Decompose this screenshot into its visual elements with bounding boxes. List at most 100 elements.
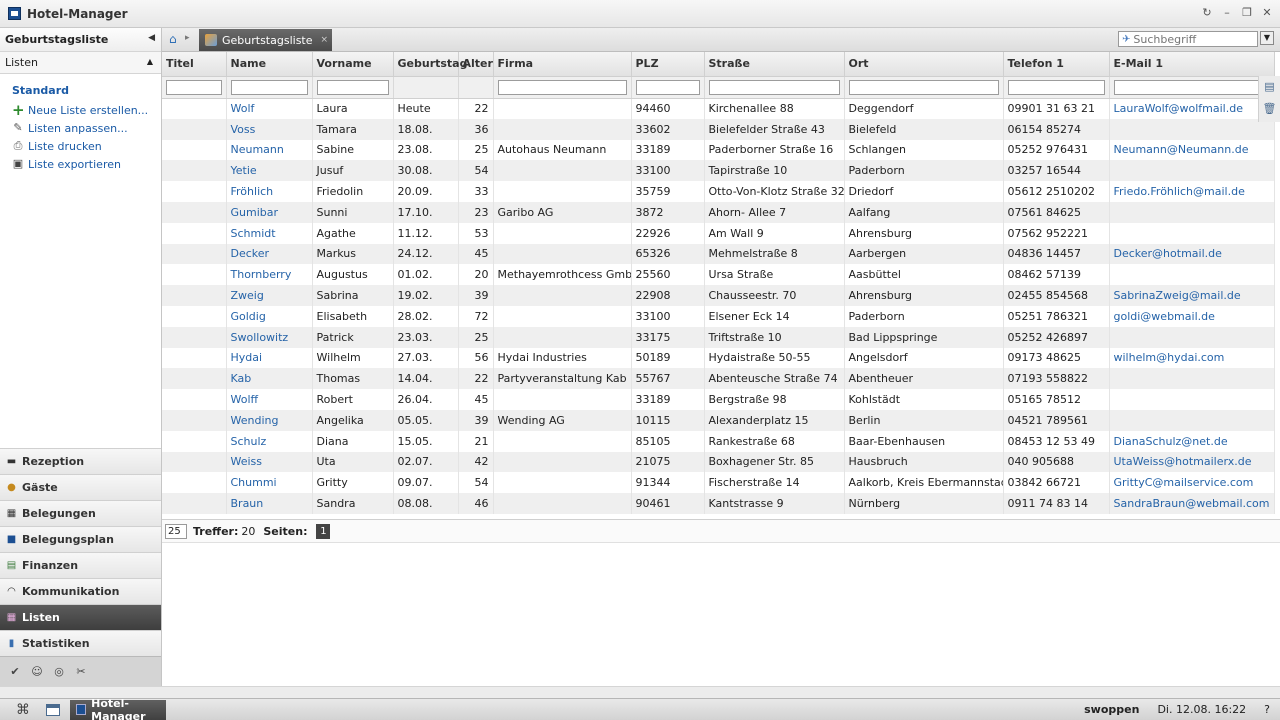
table-row[interactable]: Fröhlich Friedolin 20.09. 33 35759 Otto-Von-K… — [162, 181, 1275, 202]
col-name[interactable]: Name — [226, 52, 313, 77]
table-row[interactable]: Voss Tamara 18.08. 36 33602 Bielefelder Straß… — [162, 118, 1275, 140]
check-icon[interactable]: ✔ — [8, 665, 22, 679]
page-size-select[interactable]: 25 — [165, 523, 187, 539]
filter-plz-input[interactable] — [635, 79, 700, 95]
cell-email[interactable]: GrittyC@mailservice.com — [1109, 472, 1275, 494]
table-row[interactable]: Zweig Sabrina 19.02. 39 22908 Chausseestr. 70… — [162, 285, 1275, 306]
col-firma[interactable]: Firma — [493, 52, 632, 77]
cell-name[interactable]: Goldig — [226, 305, 313, 327]
table-row[interactable]: Kab Thomas 14.04. 22 Partyveranstaltung Kab 5… — [162, 368, 1275, 390]
globe-icon[interactable]: ◎ — [52, 665, 66, 679]
start-menu-icon[interactable]: ⌘ — [14, 702, 32, 718]
cell-name[interactable]: Wolf — [226, 98, 313, 119]
cell-email[interactable]: wilhelm@hydai.com — [1109, 347, 1275, 369]
nav-belegungen[interactable]: ▦ Belegungen — [0, 500, 161, 526]
people-icon[interactable]: ☺ — [30, 665, 44, 679]
table-row[interactable]: Hydai Wilhelm 27.03. 56 Hydai Industries 5018… — [162, 347, 1275, 369]
customize-lists-action[interactable]: ✎ Listen anpassen... — [12, 119, 161, 137]
table-row[interactable]: Thornberry Augustus 01.02. 20 Methayemrothce… — [162, 264, 1275, 286]
table-row[interactable]: Yetie Jusuf 30.08. 54 33100 Tapirstraße 10 Pad… — [162, 160, 1275, 182]
table-row[interactable]: Braun Sandra 08.08. 46 90461 Kantstrasse 9 Nür… — [162, 493, 1275, 514]
cell-email[interactable] — [1109, 222, 1275, 244]
nav-finanzen[interactable]: ▤ Finanzen — [0, 552, 161, 578]
nav-gaeste[interactable]: ● Gäste — [0, 474, 161, 500]
filter-name-input[interactable] — [230, 79, 308, 95]
cell-name[interactable]: Decker — [226, 243, 313, 265]
horizontal-scrollbar[interactable] — [0, 686, 1280, 698]
nav-listen[interactable]: ▦ Listen — [0, 604, 161, 630]
cell-name[interactable]: Weiss — [226, 451, 313, 473]
export-list-action[interactable]: ▣ Liste exportieren — [12, 155, 161, 173]
filter-firma-input[interactable] — [497, 79, 627, 95]
cell-name[interactable]: Fröhlich — [226, 181, 313, 202]
page-1-button[interactable]: 1 — [316, 523, 331, 539]
column-settings-icon[interactable]: ▤ — [1259, 76, 1280, 98]
cell-name[interactable]: Wolff — [226, 389, 313, 410]
cell-email[interactable]: goldi@webmail.de — [1109, 305, 1275, 327]
table-row[interactable]: Schulz Diana 15.05. 21 85105 Rankestraße 68 Ba… — [162, 430, 1275, 452]
cell-email[interactable]: LauraWolf@wolfmail.de — [1109, 98, 1275, 119]
taskbar-hotel-manager[interactable]: Hotel-Manager — [70, 697, 166, 720]
filter-ort-input[interactable] — [848, 79, 999, 95]
col-strasse[interactable]: Straße — [704, 52, 845, 77]
cell-name[interactable]: Yetie — [226, 160, 313, 182]
restore-icon[interactable]: ↻ — [1200, 6, 1214, 20]
nav-kommunikation[interactable]: ◠ Kommunikation — [0, 578, 161, 604]
cell-name[interactable]: Neumann — [226, 139, 313, 161]
cell-email[interactable] — [1109, 118, 1275, 140]
table-row[interactable]: Decker Markus 24.12. 45 65326 Mehmelstraße 8A… — [162, 243, 1275, 265]
cell-email[interactable]: DianaSchulz@net.de — [1109, 430, 1275, 452]
search-input[interactable] — [1133, 32, 1252, 46]
col-ort[interactable]: Ort — [844, 52, 1004, 77]
filter-vorname-input[interactable] — [316, 79, 389, 95]
filter-titel-input[interactable] — [166, 79, 222, 95]
filter-strasse-input[interactable] — [708, 79, 840, 95]
col-telefon[interactable]: Telefon 1 — [1003, 52, 1110, 77]
cell-name[interactable]: Thornberry — [226, 264, 313, 286]
table-row[interactable]: Swollowitz Patrick 23.03. 25 33175 Triftstraß… — [162, 326, 1275, 348]
cell-email[interactable]: Decker@hotmail.de — [1109, 243, 1275, 265]
table-row[interactable]: Gumibar Sunni 17.10. 23 Garibo AG 3872 Ahorn- … — [162, 201, 1275, 223]
minimize-icon[interactable]: – — [1220, 6, 1234, 20]
cell-name[interactable]: Schmidt — [226, 222, 313, 244]
table-row[interactable]: Goldig Elisabeth 28.02. 72 33100 Elsener Eck … — [162, 305, 1275, 327]
cell-name[interactable]: Schulz — [226, 430, 313, 452]
table-row[interactable]: Wolf Laura Heute 22 94460 Kirchenallee 88 Degg… — [162, 98, 1275, 119]
cell-name[interactable]: Swollowitz — [226, 326, 313, 348]
col-plz[interactable]: PLZ — [631, 52, 705, 77]
col-alter[interactable]: Alter — [458, 52, 494, 77]
print-list-action[interactable]: ⎙ Liste drucken — [12, 137, 161, 155]
cell-name[interactable]: Voss — [226, 118, 313, 140]
nav-statistiken[interactable]: ▮ Statistiken — [0, 630, 161, 656]
cell-email[interactable]: UtaWeiss@hotmailerx.de — [1109, 451, 1275, 473]
cell-email[interactable] — [1109, 201, 1275, 223]
home-icon[interactable]: ⌂ — [169, 33, 183, 45]
cell-name[interactable]: Braun — [226, 493, 313, 514]
nav-belegungsplan[interactable]: ■ Belegungsplan — [0, 526, 161, 552]
user-name[interactable]: swoppen — [1084, 703, 1139, 716]
col-email[interactable]: E-Mail 1 — [1109, 52, 1275, 77]
cell-name[interactable]: Chummi — [226, 472, 313, 494]
trash-icon[interactable]: 🗑 — [1259, 98, 1280, 120]
cell-name[interactable]: Hydai — [226, 347, 313, 369]
table-row[interactable]: Neumann Sabine 23.08. 25 Autohaus Neumann 331… — [162, 139, 1275, 161]
filter-telefon-input[interactable] — [1007, 79, 1105, 95]
filter-email-input[interactable] — [1113, 79, 1270, 95]
cell-email[interactable] — [1109, 264, 1275, 286]
table-row[interactable]: Weiss Uta 02.07. 42 21075 Boxhagener Str. 85 H… — [162, 451, 1275, 473]
window-icon[interactable] — [46, 703, 60, 716]
section-selector[interactable]: Listen ▲ — [0, 52, 161, 74]
cell-email[interactable] — [1109, 368, 1275, 390]
table-row[interactable]: Wending Angelika 05.05. 39 Wending AG 10115 Al… — [162, 409, 1275, 431]
col-vorname[interactable]: Vorname — [312, 52, 394, 77]
cell-email[interactable]: SabrinaZweig@mail.de — [1109, 285, 1275, 306]
tab-geburtstagsliste[interactable]: Geburtstagsliste × — [199, 29, 332, 51]
group-standard[interactable]: Standard — [12, 84, 161, 97]
cell-email[interactable] — [1109, 409, 1275, 431]
maximize-icon[interactable]: ❐ — [1240, 6, 1254, 20]
table-row[interactable]: Chummi Gritty 09.07. 54 91344 Fischerstraße 1… — [162, 472, 1275, 494]
cell-email[interactable]: SandraBraun@webmail.com — [1109, 493, 1275, 514]
col-geburtstag[interactable]: Geburtstag — [393, 52, 467, 77]
cell-email[interactable]: Friedo.Fröhlich@mail.de — [1109, 181, 1275, 202]
help-button[interactable]: ? — [1264, 703, 1270, 716]
